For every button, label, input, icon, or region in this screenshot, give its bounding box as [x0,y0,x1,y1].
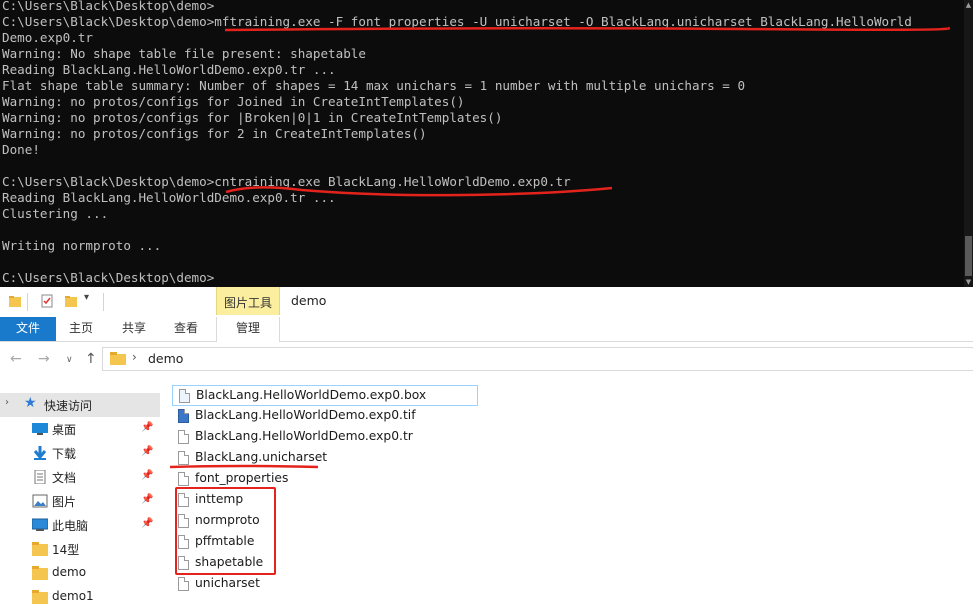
console-output: C:\Users\Black\Desktop\demo> C:\Users\Bl… [2,0,963,286]
folder-icon [32,590,48,604]
nav-item-documents[interactable]: 文档 📌 [0,465,160,489]
console-line: C:\Users\Black\Desktop\demo> [2,270,215,285]
navigation-pane: › ★ 快速访问 桌面 📌 下载 📌 文档 📌 图片 📌 此电脑 📌 14型 d… [0,391,160,607]
desktop-icon [32,423,48,435]
file-explorer-window: ▾ 图片工具 demo 文件 主页 共享 查看 管理 ← → ∨ ↑ › dem… [0,287,973,607]
file-icon [178,472,189,486]
file-name: BlackLang.HelloWorldDemo.exp0.tif [195,408,416,422]
nav-item-label: 快速访问 [44,399,93,413]
list-item[interactable]: BlackLang.HelloWorldDemo.exp0.tif [172,406,478,427]
console-line: Warning: No shape table file present: sh… [2,46,366,61]
up-arrow-icon[interactable]: ↑ [85,351,97,367]
context-tab-group-label: 图片工具 [223,296,272,310]
picture-tools-context-header: 图片工具 [216,287,280,315]
computer-icon [32,518,48,531]
folder-icon [32,542,48,556]
nav-item-desktop[interactable]: 桌面 📌 [0,417,160,441]
console-line: Flat shape table summary: Number of shap… [2,78,746,93]
console-line: Warning: no protos/configs for |Broken|0… [2,110,503,125]
ribbon-tabs: 文件 主页 共享 查看 管理 [0,317,973,342]
window-title: demo [291,293,327,308]
annotation-underline-mftraining [224,26,951,32]
address-path-box[interactable]: › demo [102,347,973,371]
back-arrow-icon[interactable]: ← [10,351,22,367]
scroll-up-arrow-icon[interactable]: ▲ [964,0,973,10]
address-bar: ← → ∨ ↑ › demo [0,344,973,374]
annotation-underline-unicharset [169,464,319,469]
file-name: BlackLang.HelloWorldDemo.exp0.tr [195,429,413,443]
nav-item-folder-demo[interactable]: demo [0,561,160,585]
new-folder-icon[interactable] [64,294,78,308]
file-icon [178,577,189,591]
folder-icon [110,352,126,365]
document-icon [34,470,46,484]
tif-file-icon [178,409,189,423]
tab-file[interactable]: 文件 [0,317,56,341]
nav-item-label: 桌面 [52,423,77,437]
console-line: Clustering ... [2,206,109,221]
pictures-icon [32,494,48,508]
nav-item-quick-access[interactable]: › ★ 快速访问 [0,393,160,417]
console-line: C:\Users\Black\Desktop\demo> [2,0,215,13]
nav-item-label: demo1 [52,589,94,603]
nav-item-this-pc[interactable]: 此电脑 📌 [0,513,160,537]
expand-chevron-icon[interactable]: › [5,397,9,408]
breadcrumb-chevron-icon[interactable]: › [132,350,137,364]
nav-item-folder-14[interactable]: 14型 [0,537,160,561]
toolbar-divider [103,293,104,311]
forward-arrow-icon[interactable]: → [38,351,50,367]
list-item[interactable]: BlackLang.HelloWorldDemo.exp0.box [172,385,478,406]
scroll-down-arrow-icon[interactable]: ▼ [964,277,973,287]
pin-icon[interactable]: 📌 [141,446,153,457]
properties-icon[interactable] [40,294,54,308]
file-list: BlackLang.HelloWorldDemo.exp0.box BlackL… [169,383,672,607]
scroll-thumb[interactable] [965,236,972,276]
tab-home[interactable]: 主页 [61,317,101,341]
file-name: BlackLang.HelloWorldDemo.exp0.box [196,388,427,402]
nav-item-pictures[interactable]: 图片 📌 [0,489,160,513]
console-line: Reading BlackLang.HelloWorldDemo.exp0.tr… [2,62,336,77]
nav-item-label: demo [52,565,87,579]
list-item[interactable]: unicharset [172,574,478,595]
file-name: unicharset [195,576,260,590]
nav-item-label: 14型 [52,543,80,557]
breadcrumb-demo[interactable]: demo [148,351,183,366]
recent-locations-chevron-icon[interactable]: ∨ [66,355,73,365]
box-file-icon [179,389,190,403]
annotation-box-generated-files [175,487,276,575]
download-arrow-icon [33,446,47,460]
toolbar-divider [27,293,28,311]
star-icon: ★ [24,395,37,411]
tab-view[interactable]: 查看 [166,317,206,341]
tab-share[interactable]: 共享 [114,317,154,341]
pin-icon[interactable]: 📌 [141,422,153,433]
list-item[interactable]: BlackLang.HelloWorldDemo.exp0.tr [172,427,478,448]
pin-icon[interactable]: 📌 [141,470,153,481]
file-name: font_properties [195,471,289,485]
file-icon [178,430,189,444]
pin-icon[interactable]: 📌 [141,494,153,505]
console-scrollbar[interactable]: ▲ ▼ [964,0,973,287]
pin-icon[interactable]: 📌 [141,518,153,529]
annotation-underline-cntraining [225,186,613,197]
quick-access-toolbar: ▾ 图片工具 demo [0,287,973,317]
console-line: Warning: no protos/configs for Joined in… [2,94,465,109]
nav-item-label: 文档 [52,471,77,485]
nav-item-label: 图片 [52,495,77,509]
nav-item-downloads[interactable]: 下载 📌 [0,441,160,465]
command-prompt-window[interactable]: C:\Users\Black\Desktop\demo> C:\Users\Bl… [0,0,973,287]
nav-item-label: 下载 [52,447,77,461]
console-line: Writing normproto ... [2,238,162,253]
nav-item-folder-demo1[interactable]: demo1 [0,585,160,609]
tab-manage[interactable]: 管理 [216,317,280,342]
window-folder-icon [9,296,21,307]
console-line: Warning: no protos/configs for 2 in Crea… [2,126,427,141]
customize-toolbar-icon[interactable]: ▾ [84,292,89,303]
nav-item-label: 此电脑 [52,519,89,533]
console-line: Done! [2,142,40,157]
folder-icon [32,566,48,580]
